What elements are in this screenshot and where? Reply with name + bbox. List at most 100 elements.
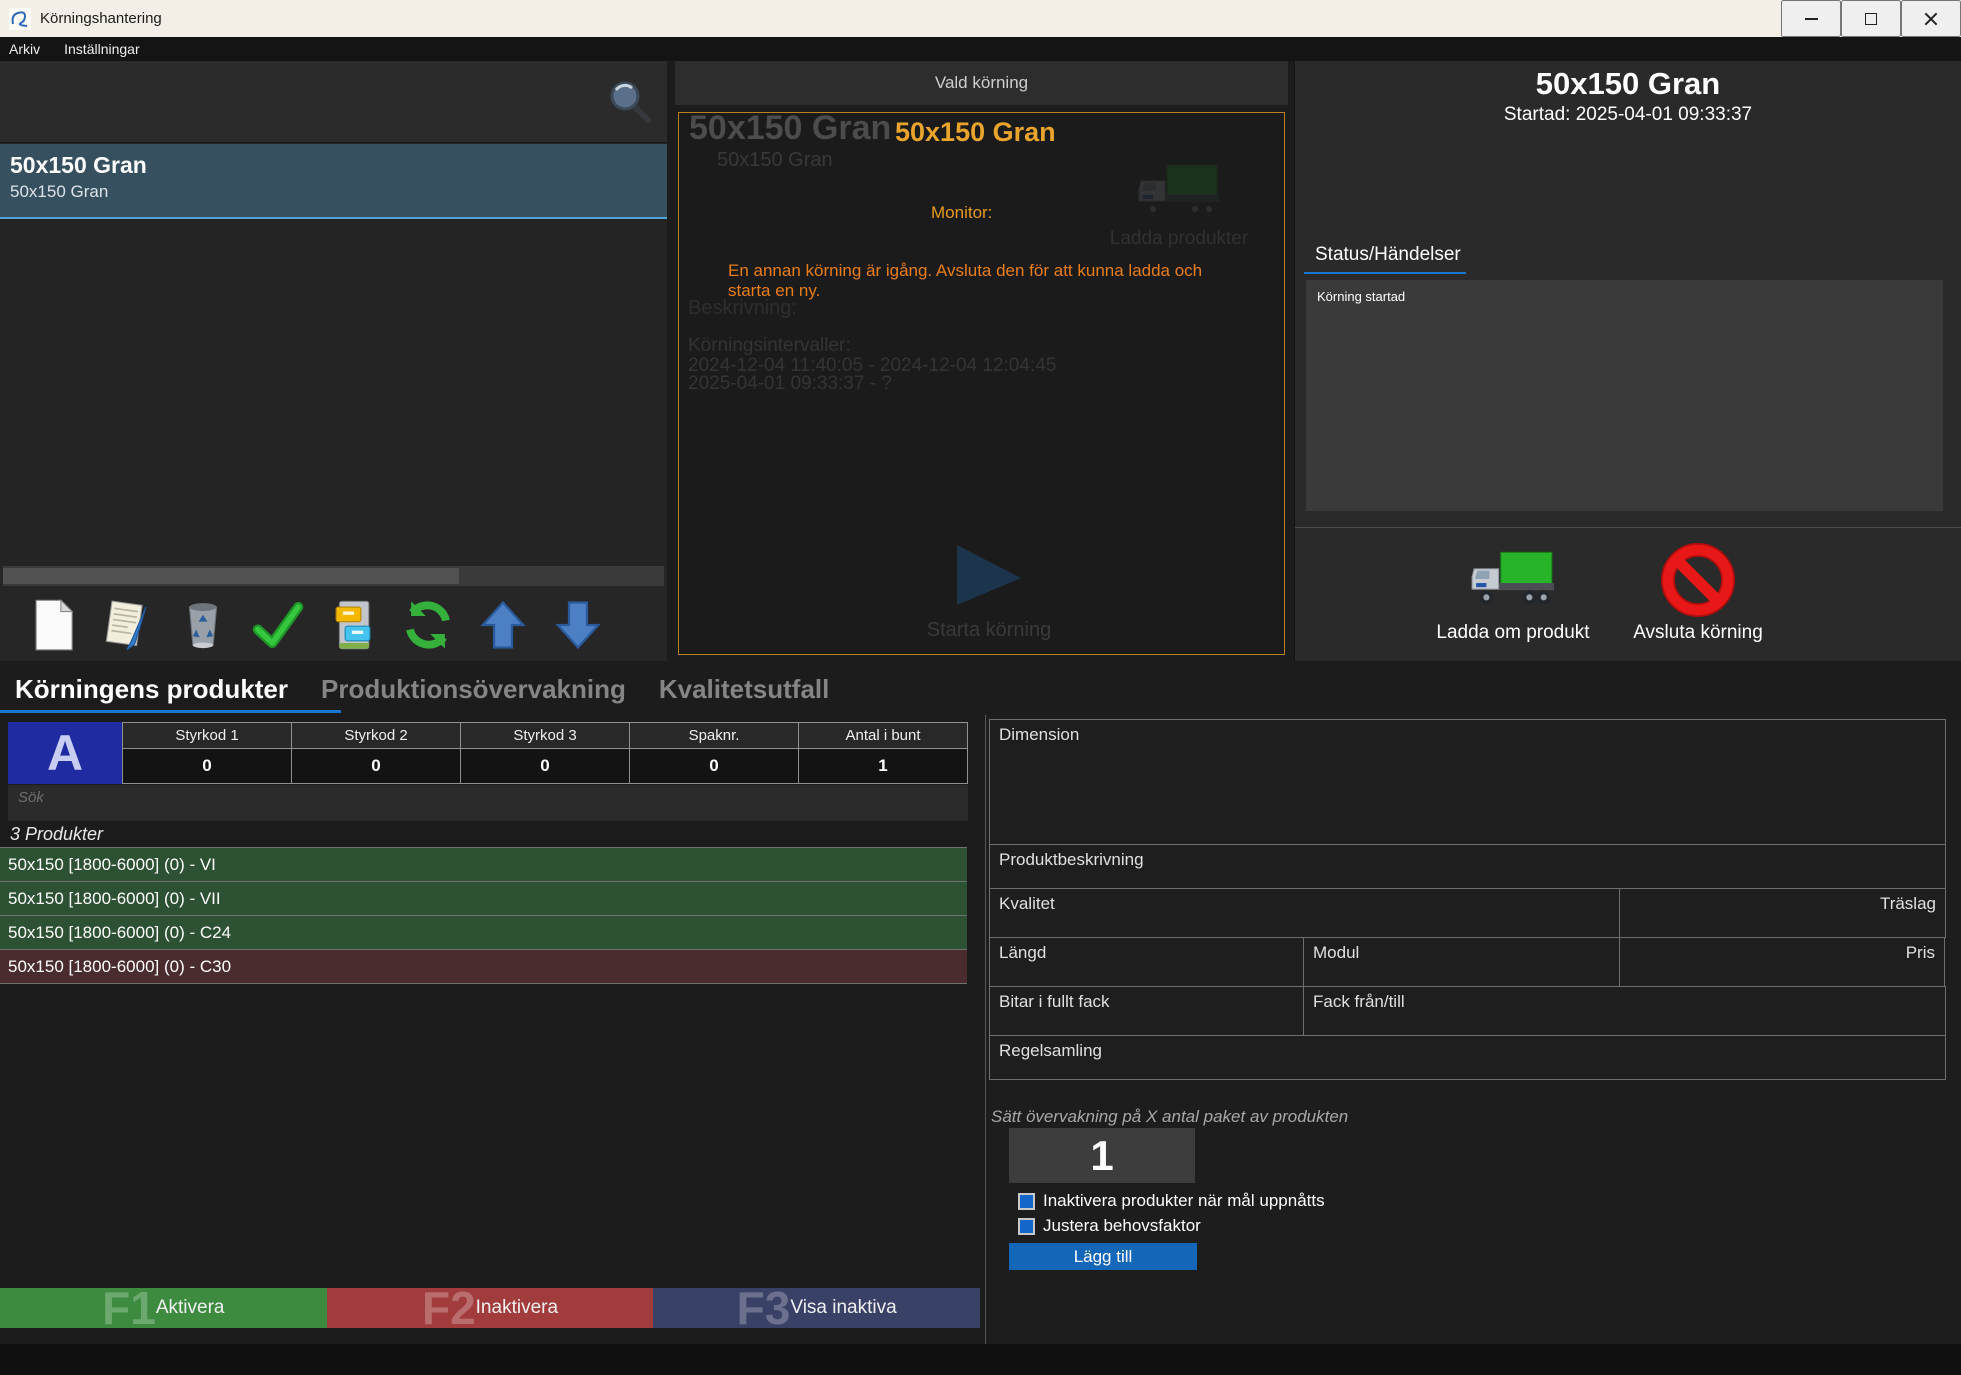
run-search-bar <box>0 61 667 143</box>
new-document-icon <box>26 598 80 652</box>
no-entry-icon <box>1661 543 1735 617</box>
tab-korningens-produkter[interactable]: Körningens produkter <box>15 674 288 705</box>
selected-run-title: 50x150 Gran <box>895 117 1056 148</box>
titlebar: Körningshantering <box>0 0 1961 37</box>
product-row[interactable]: 50x150 [1800-6000] (0) - C30 <box>0 950 967 984</box>
value-styrkod3[interactable]: 0 <box>460 749 629 784</box>
file-cabinet-icon <box>326 598 380 652</box>
start-run-button[interactable]: Starta körning <box>909 545 1069 642</box>
new-run-button[interactable] <box>26 598 80 652</box>
move-up-button[interactable] <box>476 598 530 652</box>
field-dimension[interactable]: Dimension <box>989 719 1946 845</box>
scrollbar-thumb[interactable] <box>3 568 459 584</box>
run-list-panel: 50x150 Gran 50x150 Gran <box>0 61 667 661</box>
add-button[interactable]: Lägg till <box>1009 1243 1197 1270</box>
horizontal-scrollbar[interactable] <box>3 566 664 586</box>
col-header-styrkod1: Styrkod 1 <box>122 722 291 749</box>
menubar: Arkiv Inställningar <box>0 37 1961 61</box>
load-products-label: Ladda produkter <box>1099 228 1259 250</box>
product-row[interactable]: 50x150 [1800-6000] (0) - VII <box>0 882 967 916</box>
edit-icon <box>101 598 155 652</box>
col-header-styrkod3: Styrkod 3 <box>460 722 629 749</box>
f3-visa-inaktiva-button[interactable]: F3 Visa inaktiva <box>653 1288 980 1328</box>
refresh-button[interactable] <box>401 598 455 652</box>
edit-run-button[interactable] <box>101 598 155 652</box>
app-window: Körningshantering Arkiv Inställningar 50… <box>0 0 1961 1375</box>
load-products-button[interactable]: Ladda produkter <box>1099 163 1259 250</box>
monitoring-caption: Sätt övervakning på X antal paket av pro… <box>991 1107 1348 1127</box>
active-run-panel: 50x150 Gran Startad: 2025-04-01 09:33:37… <box>1294 61 1961 661</box>
reload-product-button[interactable]: Ladda om produkt <box>1413 550 1613 644</box>
ghost-run-subtitle: 50x150 Gran <box>717 149 833 172</box>
run-list-item-selected[interactable]: 50x150 Gran 50x150 Gran <box>0 144 667 219</box>
checkbox-icon <box>1018 1193 1035 1210</box>
f2-label: Inaktivera <box>476 1297 558 1319</box>
field-fack-fran-till[interactable]: Fack från/till <box>1303 986 1946 1036</box>
arrow-up-icon <box>476 598 530 652</box>
maximize-icon <box>1865 13 1877 25</box>
refresh-icon <box>401 598 455 652</box>
confirm-button[interactable] <box>251 598 305 652</box>
field-bitar-i-fullt-fack[interactable]: Bitar i fullt fack <box>989 986 1304 1036</box>
field-produktbeskrivning[interactable]: Produktbeskrivning <box>989 844 1946 889</box>
description-label: Beskrivning: <box>688 297 797 320</box>
close-button[interactable] <box>1901 0 1961 37</box>
marker-a-box[interactable]: A <box>8 722 122 784</box>
tab-produktionsovervakning[interactable]: Produktionsövervakning <box>321 674 626 705</box>
f1-key: F1 <box>102 1288 156 1328</box>
run-list: 50x150 Gran 50x150 Gran <box>0 144 667 566</box>
checkbox-icon <box>1018 1218 1035 1235</box>
maximize-button[interactable] <box>1841 0 1901 37</box>
product-row[interactable]: 50x150 [1800-6000] (0) - C24 <box>0 916 967 950</box>
checkbox-label: Inaktivera produkter när mål uppnåtts <box>1043 1191 1325 1211</box>
field-langd[interactable]: Längd <box>989 937 1304 987</box>
move-down-button[interactable] <box>551 598 605 652</box>
minimize-button[interactable] <box>1781 0 1841 37</box>
value-styrkod2[interactable]: 0 <box>291 749 460 784</box>
panel-divider <box>1295 527 1961 528</box>
field-traslag[interactable]: Träslag <box>1619 888 1946 938</box>
archive-button[interactable] <box>326 598 380 652</box>
window-controls <box>1781 0 1961 37</box>
end-run-button[interactable]: Avsluta körning <box>1615 543 1781 644</box>
field-pris[interactable]: Pris <box>1619 937 1945 987</box>
product-count-label: 3 Produkter <box>10 824 103 845</box>
selected-run-header: Vald körning <box>675 61 1288 105</box>
search-icon[interactable] <box>605 77 653 125</box>
run-interval: 2025-04-01 09:33:37 - ? <box>688 373 892 395</box>
field-modul[interactable]: Modul <box>1303 937 1620 987</box>
app-icon <box>9 8 31 30</box>
tab-kvalitetsutfall[interactable]: Kvalitetsutfall <box>659 674 830 705</box>
value-antal-i-bunt[interactable]: 1 <box>798 749 968 784</box>
end-run-label: Avsluta körning <box>1615 622 1781 644</box>
product-search-row <box>8 785 968 821</box>
menu-installningar[interactable]: Inställningar <box>52 37 152 61</box>
value-styrkod1[interactable]: 0 <box>122 749 291 784</box>
run-toolbar <box>0 588 667 661</box>
field-kvalitet[interactable]: Kvalitet <box>989 888 1620 938</box>
active-tab-underline <box>0 710 341 713</box>
product-control-table: A Styrkod 1 Styrkod 2 Styrkod 3 Spaknr. … <box>8 722 968 784</box>
tab-status-handelser[interactable]: Status/Händelser <box>1315 244 1461 266</box>
product-row[interactable]: 50x150 [1800-6000] (0) - VI <box>0 848 967 882</box>
trash-icon <box>176 598 230 652</box>
run-warning-message: En annan körning är igång. Avsluta den f… <box>728 261 1213 301</box>
f2-inaktivera-button[interactable]: F2 Inaktivera <box>327 1288 654 1328</box>
delete-run-button[interactable] <box>176 598 230 652</box>
f2-key: F2 <box>422 1288 476 1328</box>
package-count-input[interactable]: 1 <box>1009 1128 1195 1183</box>
minimize-icon <box>1805 18 1818 20</box>
checkbox-inaktivera-produkter[interactable]: Inaktivera produkter när mål uppnåtts <box>1018 1191 1325 1211</box>
run-item-title: 50x150 Gran <box>10 152 667 179</box>
field-regelsamling[interactable]: Regelsamling <box>989 1035 1946 1080</box>
status-tab-underline <box>1304 272 1466 274</box>
product-search-input[interactable] <box>8 785 968 821</box>
arrow-down-icon <box>551 598 605 652</box>
f3-key: F3 <box>737 1288 791 1328</box>
f1-aktivera-button[interactable]: F1 Aktivera <box>0 1288 327 1328</box>
selected-run-panel: 50x150 Gran 50x150 Gran 50x150 Gran Ladd… <box>678 112 1285 655</box>
run-item-subtitle: 50x150 Gran <box>10 182 667 202</box>
menu-arkiv[interactable]: Arkiv <box>0 37 52 61</box>
value-spaknr[interactable]: 0 <box>629 749 798 784</box>
checkbox-justera-behovsfaktor[interactable]: Justera behovsfaktor <box>1018 1216 1201 1236</box>
